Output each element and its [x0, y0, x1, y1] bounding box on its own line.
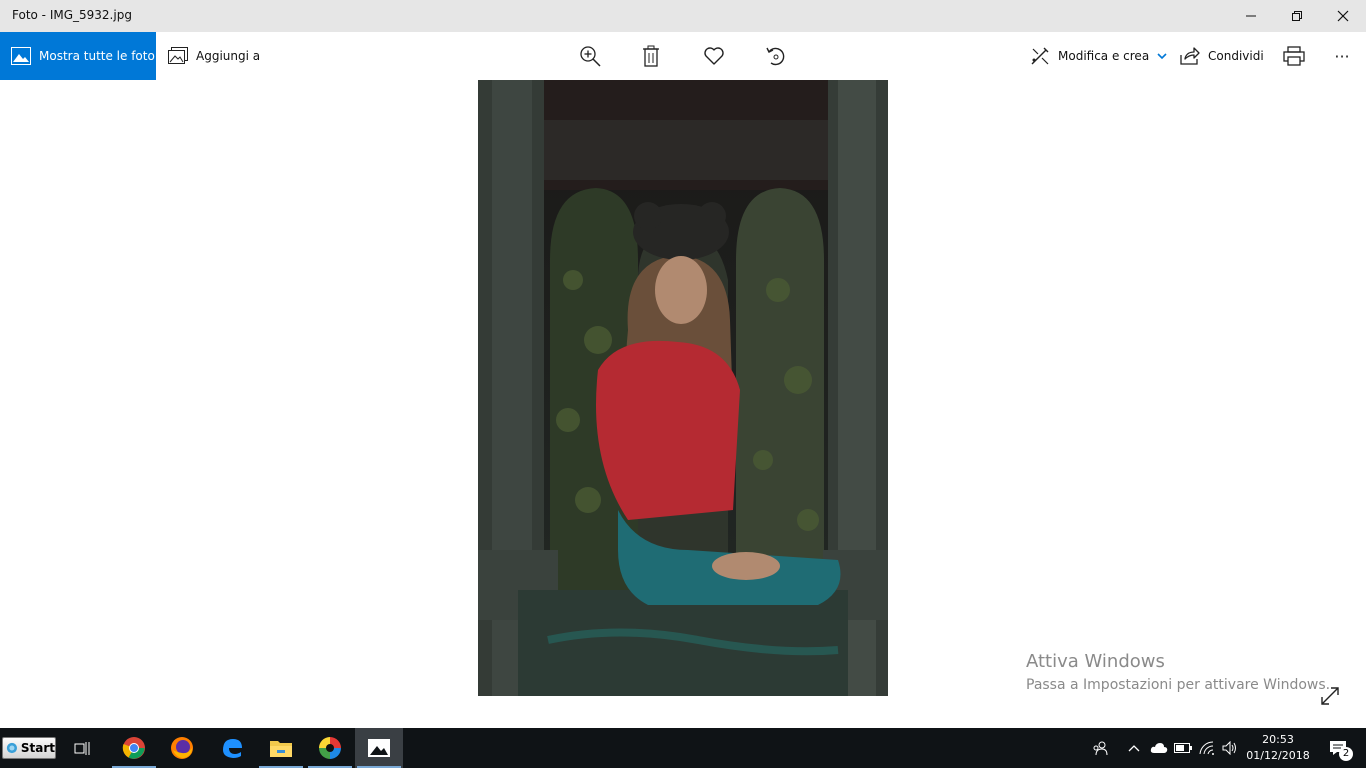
- wifi-icon: [1199, 741, 1214, 755]
- photos-app-icon: [368, 739, 390, 757]
- fullscreen-expand-icon[interactable]: [1318, 684, 1342, 708]
- people-button[interactable]: [1088, 728, 1112, 768]
- restore-icon: [1292, 11, 1302, 21]
- system-clock[interactable]: 20:53 01/12/2018: [1240, 732, 1316, 764]
- close-icon: [1337, 10, 1349, 22]
- photo-image: [478, 80, 888, 696]
- delete-icon: [643, 45, 659, 67]
- more-options-button[interactable]: ···: [1320, 32, 1364, 80]
- add-to-label: Aggiungi a: [196, 49, 261, 63]
- activation-subtitle: Passa a Impostazioni per attivare Window…: [1026, 677, 1331, 693]
- title-bar: Foto - IMG_5932.jpg: [0, 0, 1366, 32]
- clock-date: 01/12/2018: [1246, 749, 1310, 762]
- battery-button[interactable]: [1172, 728, 1194, 768]
- chevron-down-icon: [1157, 53, 1167, 60]
- show-hidden-icons-button[interactable]: [1124, 728, 1144, 768]
- edit-create-button[interactable]: Modifica e crea: [1030, 32, 1167, 80]
- rotate-button[interactable]: [754, 32, 798, 80]
- chrome-icon: [122, 737, 145, 759]
- favorite-heart-icon: [704, 47, 724, 65]
- share-label: Condividi: [1208, 49, 1264, 63]
- zoom-in-icon: [580, 46, 601, 67]
- edge-taskbar-button[interactable]: [208, 728, 256, 768]
- edit-create-label: Modifica e crea: [1058, 49, 1150, 63]
- share-button[interactable]: Condividi: [1180, 32, 1264, 80]
- print-button[interactable]: [1272, 32, 1316, 80]
- activation-watermark: Attiva Windows Passa a Impostazioni per …: [1026, 651, 1330, 695]
- people-icon: [1093, 741, 1108, 756]
- wifi-button[interactable]: [1196, 728, 1218, 768]
- minimize-icon: [1246, 15, 1256, 17]
- volume-button[interactable]: [1220, 728, 1240, 768]
- activation-title: Attiva Windows: [1026, 651, 1165, 672]
- delete-button[interactable]: [629, 32, 673, 80]
- show-all-photos-button[interactable]: Mostra tutte le foto: [0, 32, 156, 80]
- task-view-icon: [74, 742, 90, 755]
- chevron-up-icon: [1128, 745, 1140, 752]
- onedrive-cloud-icon: [1150, 743, 1168, 753]
- color-app-taskbar-button[interactable]: [306, 728, 354, 768]
- edit-create-icon: [1031, 47, 1049, 65]
- minimize-button[interactable]: [1228, 0, 1274, 32]
- file-explorer-taskbar-button[interactable]: [257, 728, 305, 768]
- task-view-button[interactable]: [59, 728, 107, 768]
- print-icon: [1283, 46, 1305, 66]
- windows-orb-icon: [6, 742, 18, 754]
- notification-count-badge: 2: [1339, 747, 1353, 761]
- chrome-taskbar-button[interactable]: [110, 728, 158, 768]
- start-button[interactable]: Start: [2, 737, 56, 759]
- color-app-icon: [319, 737, 341, 759]
- photo-gallery-icon: [11, 47, 31, 65]
- share-icon: [1180, 47, 1200, 65]
- show-all-photos-label: Mostra tutte le foto: [39, 49, 155, 63]
- photos-app-taskbar-button[interactable]: [355, 728, 403, 768]
- action-center-button[interactable]: 2: [1320, 728, 1356, 768]
- toolbar: Mostra tutte le foto Aggiungi a Modifica…: [0, 32, 1366, 80]
- battery-icon: [1174, 743, 1192, 753]
- restore-button[interactable]: [1274, 0, 1320, 32]
- file-explorer-icon: [270, 741, 292, 757]
- firefox-taskbar-button[interactable]: [158, 728, 206, 768]
- start-label: Start: [20, 741, 55, 755]
- clock-time: 20:53: [1262, 733, 1294, 746]
- firefox-icon: [171, 737, 193, 759]
- rotate-icon: [766, 47, 785, 66]
- close-button[interactable]: [1320, 0, 1366, 32]
- window-title: Foto - IMG_5932.jpg: [12, 8, 132, 22]
- edge-icon: [223, 739, 242, 758]
- volume-icon: [1222, 741, 1236, 755]
- onedrive-button[interactable]: [1148, 728, 1170, 768]
- favorite-button[interactable]: [692, 32, 736, 80]
- add-to-album-icon: [168, 47, 188, 64]
- taskbar: Start 20:53 01/12/2018 2: [0, 728, 1366, 768]
- add-to-button[interactable]: Aggiungi a: [168, 32, 260, 80]
- zoom-button[interactable]: [568, 32, 612, 80]
